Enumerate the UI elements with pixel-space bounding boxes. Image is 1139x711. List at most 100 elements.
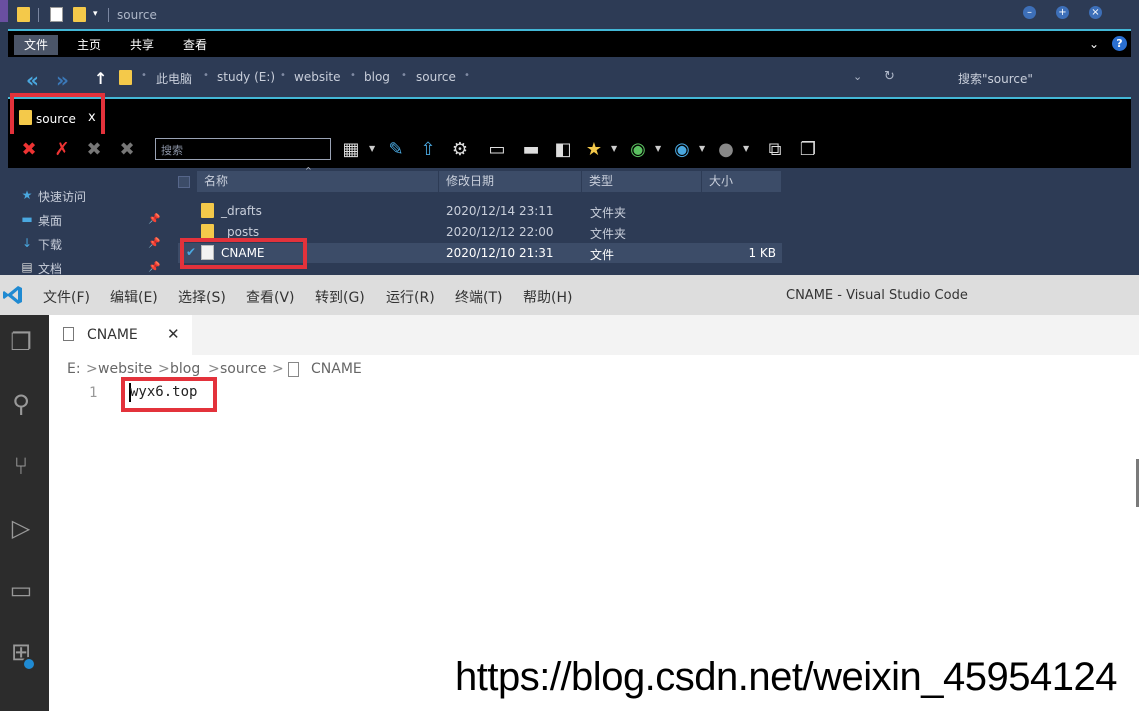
preview-pane-icon[interactable]: ▭ [486, 139, 508, 161]
globe-icon[interactable]: ● [715, 139, 737, 161]
file-list: ^ 名称 修改日期 类型 大小 _drafts 2020/12/14 23:11… [168, 166, 1139, 275]
explorer-tab-bar: source x [8, 99, 1131, 134]
split-pane-icon[interactable]: ◧ [552, 139, 574, 161]
restore-window-icon[interactable]: ⧉ [764, 139, 786, 161]
column-header-type[interactable]: 类型 [582, 171, 701, 192]
breadcrumb-source[interactable]: source [416, 70, 456, 84]
nav-item-downloads[interactable]: ↓ 下载 [22, 236, 62, 253]
pin-icon[interactable]: 📌 [148, 238, 160, 249]
folder-icon [201, 224, 214, 239]
search-icon[interactable]: ⚲ [6, 389, 36, 419]
ribbon-tab-file[interactable]: 文件 [14, 35, 59, 55]
ribbon-tab-view[interactable]: 查看 [173, 35, 217, 55]
vscode-logo-icon [3, 286, 22, 304]
new-folder-icon[interactable] [73, 7, 86, 22]
breadcrumb-separator: • [464, 70, 470, 81]
background-app-edge [0, 0, 8, 22]
breadcrumb-this-pc[interactable]: 此电脑 [156, 70, 192, 87]
tab-cname[interactable]: CNAME ✕ [49, 315, 192, 355]
chevron-down-icon[interactable]: ⌄ [853, 70, 862, 83]
details-pane-icon[interactable]: ▬ [520, 139, 542, 161]
file-date: 2020/12/10 21:31 [446, 246, 554, 260]
folder-icon[interactable] [17, 7, 30, 22]
select-all-checkbox[interactable] [178, 176, 190, 188]
files-icon[interactable]: ❐ [6, 327, 36, 357]
refresh-icon[interactable]: ↻ [884, 69, 895, 84]
nav-item-quick-access[interactable]: ★ 快速访问 [22, 188, 87, 205]
vscode-window: 文件(F) 编辑(E) 选择(S) 查看(V) 转到(G) 运行(R) 终端(T… [0, 275, 1139, 711]
pin-icon[interactable]: ✎ [385, 139, 407, 161]
breadcrumb-blog[interactable]: blog [364, 70, 390, 84]
download-icon: ↓ [21, 236, 33, 250]
close-button[interactable]: × [1089, 6, 1102, 19]
search-input[interactable]: 搜索"source" [958, 70, 1033, 87]
file-date: 2020/12/14 23:11 [446, 204, 554, 218]
file-row-drafts[interactable]: _drafts 2020/12/14 23:11 文件夹 [178, 201, 782, 221]
toolbar-search-input[interactable]: 搜索 [155, 138, 331, 160]
cascade-windows-icon[interactable]: ❐ [797, 139, 819, 161]
up-arrow-icon[interactable]: ↑ [94, 69, 107, 88]
chevron-down-icon[interactable]: ⌄ [1089, 37, 1099, 51]
menu-terminal[interactable]: 终端(T) [455, 287, 502, 307]
maximize-button[interactable]: + [1056, 6, 1069, 19]
menu-help[interactable]: 帮助(H) [523, 287, 572, 307]
delete-icon[interactable]: ✖ [18, 139, 40, 161]
favorite-star-icon[interactable]: ★ [583, 139, 605, 161]
column-header-date[interactable]: 修改日期 [439, 171, 581, 192]
menu-go[interactable]: 转到(G) [315, 287, 365, 307]
pin-icon[interactable]: 📌 [148, 214, 160, 225]
ribbon-tab-home[interactable]: 主页 [67, 35, 111, 55]
window-title: CNAME - Visual Studio Code [786, 288, 968, 303]
column-header-name[interactable]: 名称 [197, 171, 438, 192]
chevron-down-icon[interactable]: ▼ [699, 144, 705, 153]
file-size: 1 KB [748, 246, 776, 260]
menu-selection[interactable]: 选择(S) [178, 287, 226, 307]
breadcrumb-website[interactable]: website [294, 70, 341, 84]
pin-icon[interactable]: 📌 [148, 262, 160, 273]
forward-icon[interactable]: » [56, 68, 69, 92]
compass-icon[interactable]: ◉ [671, 139, 693, 161]
chevron-down-icon[interactable]: ▼ [743, 144, 749, 153]
column-header-size[interactable]: 大小 [702, 171, 781, 192]
remote-explorer-icon[interactable]: ▭ [6, 575, 36, 605]
highlight-box [180, 238, 307, 269]
delete-permanently-icon[interactable]: ✗ [51, 139, 73, 161]
remove-icon[interactable]: ✖ [116, 139, 138, 161]
settings-gear-icon[interactable]: ⚙ [449, 139, 471, 161]
chevron-down-icon[interactable]: ▼ [611, 144, 617, 153]
chevron-down-icon[interactable]: ▼ [369, 144, 375, 153]
source-control-icon[interactable]: ⑂ [6, 451, 36, 481]
menu-run[interactable]: 运行(R) [386, 287, 435, 307]
run-debug-icon[interactable]: ▷ [6, 513, 36, 543]
cut-icon[interactable]: ✖ [83, 139, 105, 161]
divider [108, 8, 109, 22]
window-title: source [117, 8, 157, 22]
close-icon[interactable]: ✕ [167, 325, 180, 343]
ribbon-tab-share[interactable]: 共享 [120, 35, 164, 55]
help-icon[interactable]: ? [1112, 36, 1127, 51]
quick-access-dropdown-icon[interactable]: ▾ [93, 9, 98, 19]
breadcrumb-drive[interactable]: study (E:) [217, 70, 275, 84]
minimize-button[interactable]: – [1023, 6, 1036, 19]
menu-file[interactable]: 文件(F) [43, 287, 90, 307]
breadcrumb-separator: • [141, 70, 147, 81]
line-number: 1 [89, 385, 98, 401]
properties-icon[interactable] [50, 7, 63, 22]
view-grid-icon[interactable]: ▦ [340, 139, 362, 161]
chevron-down-icon[interactable]: ▼ [655, 144, 661, 153]
nav-label: 快速访问 [38, 190, 87, 204]
menu-edit[interactable]: 编辑(E) [110, 287, 158, 307]
breadcrumb-separator: • [203, 70, 209, 81]
upload-icon[interactable]: ⇧ [417, 139, 439, 161]
sync-icon[interactable]: ◉ [627, 139, 649, 161]
breadcrumb-separator: • [280, 70, 286, 81]
nav-item-desktop[interactable]: ▬ 桌面 [21, 212, 62, 229]
nav-item-documents[interactable]: ▤ 文档 [21, 260, 63, 275]
file-type: 文件夹 [590, 227, 627, 241]
file-name: _drafts [221, 204, 262, 218]
ribbon-tabs: 文件 主页 共享 查看 ⌄ ? [8, 29, 1131, 57]
nav-label: 文档 [38, 262, 63, 275]
menu-view[interactable]: 查看(V) [246, 287, 295, 307]
highlight-box [10, 93, 105, 140]
back-icon[interactable]: « [26, 68, 39, 92]
